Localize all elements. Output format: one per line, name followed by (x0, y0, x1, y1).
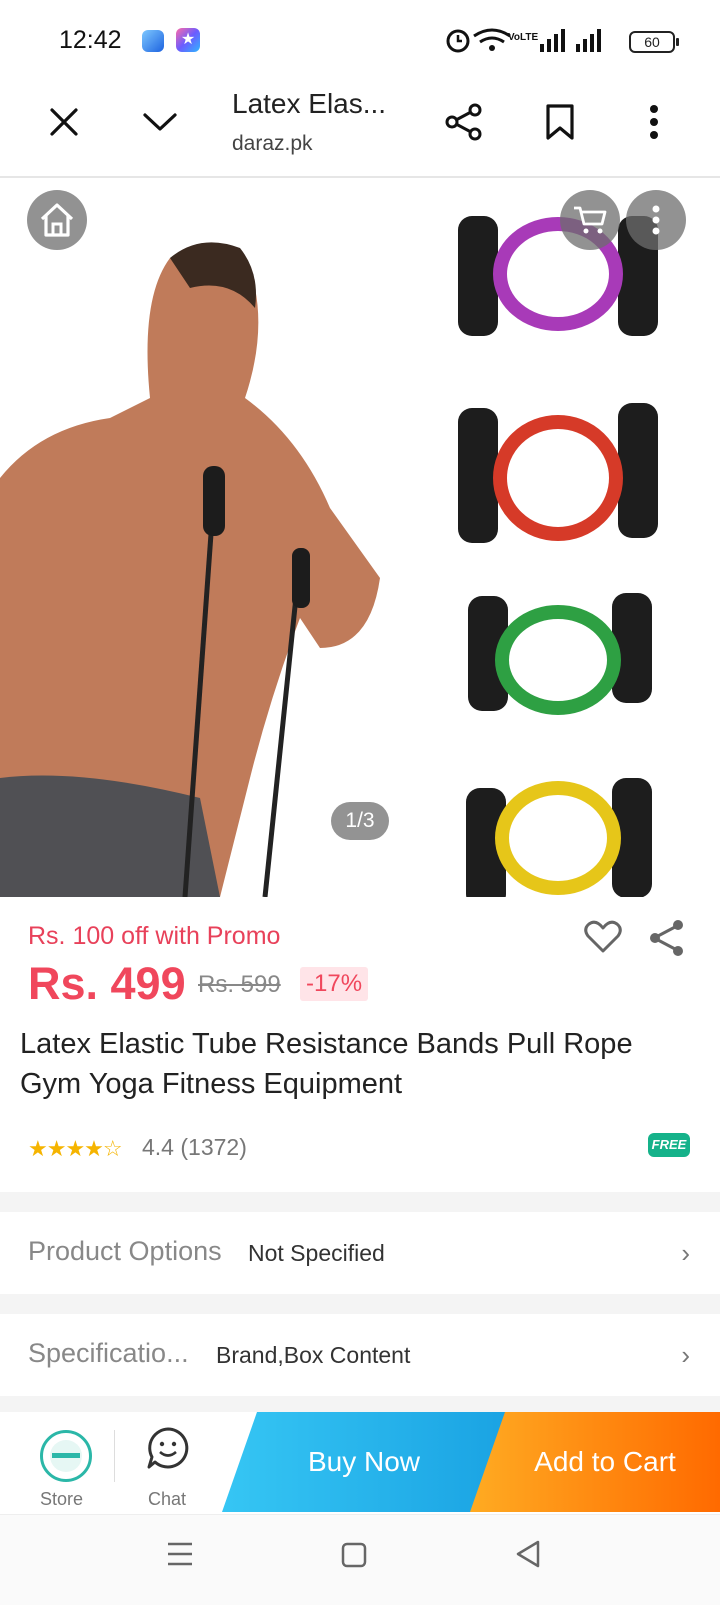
wishlist-button[interactable] (584, 920, 624, 960)
alarm-wifi-signal-icon: VoLTE (446, 28, 601, 53)
share-button[interactable] (440, 98, 488, 146)
battery-indicator: 60 (629, 31, 679, 53)
page-domain: daraz.pk (232, 132, 313, 155)
bookmark-button[interactable] (536, 98, 584, 146)
cart-button[interactable] (560, 190, 620, 250)
product-share-button[interactable] (648, 918, 688, 960)
app-star-icon: ★ (176, 28, 200, 52)
chat-label: Chat (148, 1489, 187, 1509)
chat-icon (147, 1427, 189, 1469)
gallery-more-button[interactable] (626, 190, 686, 250)
buy-now-button[interactable]: Buy Now (222, 1412, 506, 1512)
rating-stars[interactable]: ★★★★☆ (28, 1136, 123, 1162)
more-icon (652, 205, 660, 235)
specification-value: Brand,Box Content (216, 1342, 411, 1368)
section-divider (0, 1396, 720, 1412)
section-divider (0, 1294, 720, 1314)
share-icon (650, 920, 683, 956)
svg-text:VoLTE: VoLTE (508, 32, 539, 43)
chevron-down-icon (143, 113, 177, 131)
cart-icon (574, 206, 607, 234)
chevron-right-icon: › (681, 1340, 690, 1370)
bottom-action-bar: Store Chat Buy Now Add to Cart (0, 1412, 720, 1514)
store-label: Store (40, 1489, 84, 1509)
menu-icon (168, 1542, 192, 1566)
original-price: Rs. 599 (198, 971, 281, 998)
product-image-gallery[interactable]: 1/3 (0, 178, 720, 897)
close-icon (50, 108, 78, 136)
action-divider (114, 1430, 115, 1482)
page-title: Latex Elas... (232, 88, 387, 119)
app-notification-icon (142, 30, 164, 52)
promo-text[interactable]: Rs. 100 off with Promo (28, 922, 280, 951)
status-icons: VoLTE 60 (444, 24, 684, 58)
collapse-button[interactable] (136, 100, 184, 144)
browser-menu-button[interactable] (630, 98, 678, 146)
status-bar: 12:42 ★ VoLTE 60 (0, 0, 720, 80)
home-icon (40, 203, 74, 237)
store-logo-icon (50, 1440, 82, 1472)
chevron-right-icon: › (681, 1238, 690, 1268)
square-icon (341, 1542, 367, 1568)
home-nav-button[interactable] (340, 1541, 370, 1571)
chat-button[interactable]: Chat (120, 1412, 220, 1514)
product-options-value: Not Specified (248, 1240, 385, 1266)
discount-badge: -17% (300, 967, 369, 1001)
image-counter: 1/3 (331, 802, 389, 840)
status-time: 12:42 (59, 26, 122, 54)
browser-toolbar: Latex Elas... daraz.pk (0, 80, 720, 178)
more-icon (650, 105, 658, 139)
heart-icon (584, 920, 622, 953)
product-image (0, 178, 720, 897)
section-divider (0, 1192, 720, 1212)
free-shipping-badge: FREE (648, 1133, 690, 1157)
bookmark-icon (546, 104, 574, 140)
specification-row[interactable]: Specificatio... Brand,Box Content › (0, 1314, 720, 1394)
back-nav-button[interactable] (514, 1539, 544, 1571)
home-button[interactable] (27, 190, 87, 250)
product-options-row[interactable]: Product Options Not Specified › (0, 1212, 720, 1292)
system-navigation-bar (0, 1514, 720, 1605)
product-title: Latex Elastic Tube Resistance Bands Pull… (20, 1028, 633, 1100)
specification-label: Specificatio... (28, 1338, 189, 1368)
add-to-cart-button[interactable]: Add to Cart (470, 1412, 720, 1512)
store-logo (40, 1430, 92, 1482)
store-button[interactable]: Store (0, 1412, 110, 1514)
current-price: Rs. 499 (28, 958, 186, 1009)
share-icon (445, 103, 482, 141)
product-options-label: Product Options (28, 1236, 222, 1266)
rating-count[interactable]: 4.4 (1372) (142, 1134, 247, 1161)
recent-apps-button[interactable] (166, 1541, 196, 1571)
back-triangle-icon (516, 1540, 540, 1568)
close-button[interactable] (42, 100, 86, 144)
